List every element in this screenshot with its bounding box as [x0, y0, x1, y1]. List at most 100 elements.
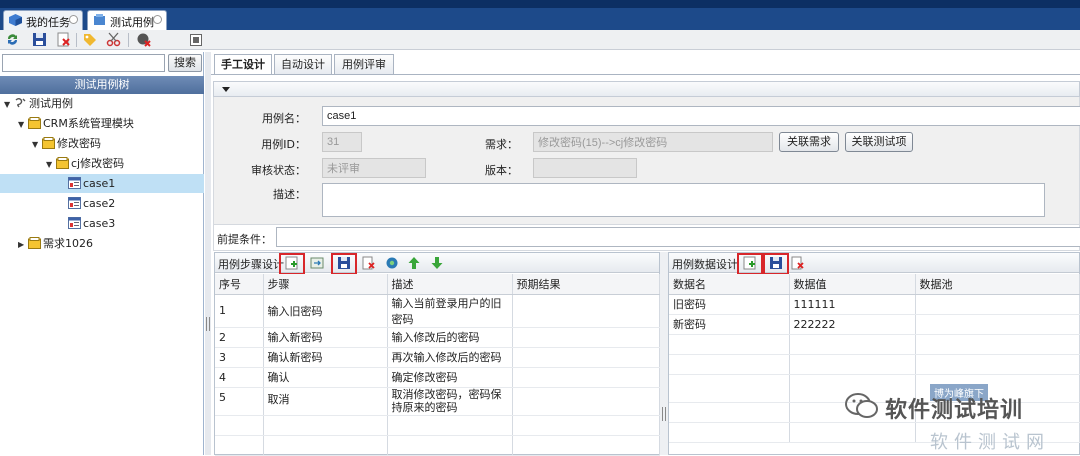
expected-cell[interactable] — [512, 327, 660, 348]
move-down-icon[interactable] — [430, 256, 444, 270]
step-no-cell[interactable]: 2 — [215, 327, 264, 348]
column-header[interactable]: 数据值 — [789, 274, 916, 295]
data-name-cell[interactable]: 新密码 — [669, 314, 790, 335]
grid-splitter[interactable] — [660, 252, 668, 455]
description-cell[interactable]: 取消修改密码，密码保持原来的密码 — [387, 387, 513, 416]
table-row[interactable]: 4 确认 确定修改密码 — [215, 367, 660, 388]
table-row-empty[interactable] — [215, 415, 660, 436]
data-value-cell[interactable]: 111111 — [789, 294, 916, 315]
expected-cell[interactable] — [512, 387, 660, 416]
tree-node-label: 需求1026 — [43, 237, 93, 250]
case-name-input[interactable] — [322, 106, 1080, 126]
insert-row-icon[interactable] — [310, 256, 324, 270]
disconnect-icon[interactable] — [136, 32, 151, 47]
step-no-cell[interactable]: 4 — [215, 367, 264, 388]
table-row[interactable]: 新密码 222222 — [669, 314, 1080, 335]
link-test-item-button[interactable]: 关联测试项 — [845, 132, 913, 152]
test-case-icon — [68, 217, 81, 229]
table-row-empty[interactable] — [215, 435, 660, 456]
data-pool-cell[interactable] — [915, 314, 1080, 335]
step-no-cell[interactable]: 1 — [215, 294, 264, 328]
refresh-icon[interactable] — [5, 32, 20, 47]
steps-grid-title: 用例步骤设计 — [218, 258, 284, 271]
test-case-icon — [68, 197, 81, 209]
column-header[interactable]: 数据名 — [669, 274, 790, 295]
step-cell[interactable]: 确认 — [263, 367, 388, 388]
description-cell[interactable]: 确定修改密码 — [387, 367, 513, 388]
save-icon[interactable] — [337, 256, 351, 270]
tab-case-review[interactable]: 用例评审 — [334, 54, 394, 74]
expand-arrow-icon[interactable]: ▼ — [4, 95, 14, 114]
description-cell[interactable]: 再次输入修改后的密码 — [387, 347, 513, 368]
expected-cell[interactable] — [512, 294, 660, 328]
description-cell[interactable]: 输入修改后的密码 — [387, 327, 513, 348]
step-no-cell[interactable]: 5 — [215, 387, 264, 416]
collapse-triangle-icon[interactable] — [222, 87, 230, 92]
tree-node-root[interactable]: ▼ 测试用例 — [4, 94, 204, 113]
splitter-grip-icon[interactable] — [206, 317, 210, 331]
table-row[interactable]: 3 确认新密码 再次输入修改后的密码 — [215, 347, 660, 368]
cut-icon[interactable] — [106, 32, 121, 47]
tree-search-input[interactable] — [2, 54, 165, 72]
tree-node-case2[interactable]: case2 — [68, 194, 204, 213]
step-cell[interactable]: 取消 — [263, 387, 388, 416]
table-row[interactable]: 5 取消 取消修改密码，密码保持原来的密码 — [215, 387, 660, 416]
tree-node-requirement-1026[interactable]: ▶ 需求1026 — [18, 234, 204, 253]
collapse-arrow-icon[interactable]: ▶ — [18, 235, 28, 254]
tree-node-cj-change-password[interactable]: ▼ cj修改密码 — [46, 154, 204, 173]
close-icon[interactable] — [153, 15, 162, 24]
tree-node-case1[interactable]: case1 — [0, 174, 204, 193]
column-header[interactable]: 描述 — [387, 274, 513, 295]
expand-arrow-icon[interactable]: ▼ — [32, 135, 42, 154]
move-up-icon[interactable] — [407, 256, 421, 270]
window-tab-label: 测试用例 — [110, 16, 154, 29]
column-header[interactable]: 预期结果 — [512, 274, 660, 295]
delete-row-icon[interactable] — [791, 256, 805, 270]
tab-auto-design[interactable]: 自动设计 — [274, 54, 332, 74]
panel-toggle-icon[interactable] — [190, 34, 202, 46]
data-value-cell[interactable]: 222222 — [789, 314, 916, 335]
save-icon[interactable] — [769, 256, 783, 270]
step-cell[interactable]: 确认新密码 — [263, 347, 388, 368]
add-row-icon[interactable] — [743, 256, 757, 270]
test-case-tree-panel: 搜索 测试用例树 ▼ 测试用例 ▼ CRM系统管理模块 ▼ 修改密码 ▼ cj修改密码 … — [0, 52, 204, 455]
expected-cell[interactable] — [512, 347, 660, 368]
table-row[interactable]: 旧密码 111111 — [669, 294, 1080, 315]
expected-cell[interactable] — [512, 367, 660, 388]
window-tab-my-tasks[interactable]: 我的任务 — [3, 10, 83, 30]
tree-node-module[interactable]: ▼ CRM系统管理模块 — [18, 114, 204, 133]
run-icon[interactable] — [385, 256, 399, 270]
tab-manual-design[interactable]: 手工设计 — [214, 54, 272, 75]
data-pool-cell[interactable] — [915, 294, 1080, 315]
step-no-cell[interactable]: 3 — [215, 347, 264, 368]
tag-icon[interactable] — [82, 32, 97, 47]
expand-arrow-icon[interactable]: ▼ — [18, 115, 28, 134]
delete-icon[interactable] — [56, 32, 71, 47]
link-requirement-button[interactable]: 关联需求 — [779, 132, 839, 152]
steps-table: 序号 步骤 描述 预期结果 1 输入旧密码 输入当前登录用户的旧密码 2 输入新密码输… — [215, 274, 660, 456]
form-collapse-bar[interactable] — [213, 81, 1080, 97]
tree-node-case3[interactable]: case3 — [68, 214, 204, 233]
step-cell[interactable]: 输入旧密码 — [263, 294, 388, 328]
add-row-icon[interactable] — [285, 256, 299, 270]
table-row-empty[interactable] — [669, 354, 1080, 375]
save-icon[interactable] — [32, 32, 47, 47]
table-row[interactable]: 1 输入旧密码 输入当前登录用户的旧密码 — [215, 294, 660, 328]
splitter-grip-icon[interactable] — [662, 407, 666, 421]
column-header[interactable]: 数据池 — [915, 274, 1080, 295]
precondition-input[interactable] — [276, 227, 1080, 247]
window-tab-test-cases[interactable]: 测试用例 — [87, 10, 167, 30]
tree-node-change-password[interactable]: ▼ 修改密码 — [32, 134, 204, 153]
column-header[interactable]: 步骤 — [263, 274, 388, 295]
table-row[interactable]: 2 输入新密码 输入修改后的密码 — [215, 327, 660, 348]
search-button[interactable]: 搜索 — [168, 54, 202, 72]
expand-arrow-icon[interactable]: ▼ — [46, 155, 56, 174]
description-cell[interactable]: 输入当前登录用户的旧密码 — [387, 294, 513, 328]
column-header[interactable]: 序号 — [215, 274, 264, 295]
data-name-cell[interactable]: 旧密码 — [669, 294, 790, 315]
delete-row-icon[interactable] — [362, 256, 376, 270]
step-cell[interactable]: 输入新密码 — [263, 327, 388, 348]
description-textarea[interactable] — [322, 183, 1045, 217]
close-icon[interactable] — [69, 15, 78, 24]
table-row-empty[interactable] — [669, 334, 1080, 355]
